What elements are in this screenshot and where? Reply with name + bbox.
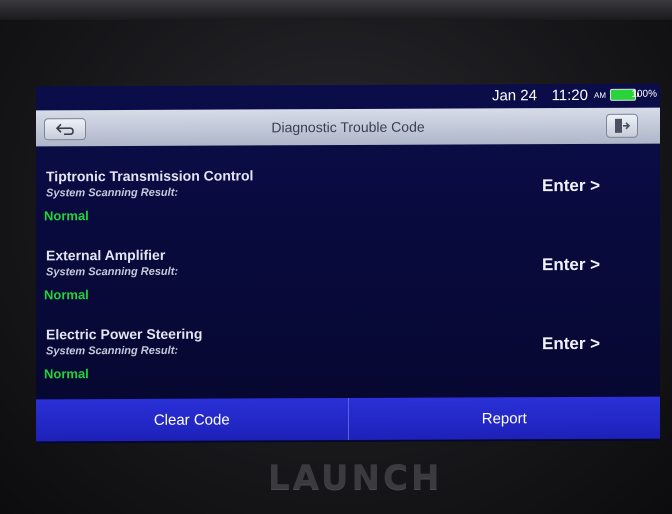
system-scan-result: Normal — [44, 287, 89, 303]
device-screen: Jan 24 11:20 AM 100% Diagnostic Trouble … — [36, 83, 660, 444]
enter-button[interactable]: Enter > — [542, 176, 600, 196]
system-scan-caption: System Scanning Result: — [46, 344, 179, 358]
bottom-action-bar: Clear Code Report — [36, 396, 660, 442]
status-ampm: AM — [594, 90, 606, 100]
system-scan-result: Normal — [44, 208, 89, 224]
system-name: Tiptronic Transmission Control — [46, 167, 254, 185]
device-bezel — [0, 0, 672, 20]
system-name: Electric Power Steering — [46, 325, 203, 343]
status-bar: Jan 24 11:20 AM 100% — [36, 84, 660, 109]
system-name: External Amplifier — [46, 246, 166, 264]
system-list: Tiptronic Transmission Control System Sc… — [36, 166, 660, 406]
system-item[interactable]: Electric Power Steering System Scanning … — [36, 324, 660, 406]
battery-percent: 100% — [631, 88, 657, 100]
title-bar: Diagnostic Trouble Code — [36, 107, 660, 147]
system-item[interactable]: Tiptronic Transmission Control System Sc… — [36, 166, 660, 248]
status-date: Jan 24 — [491, 87, 537, 105]
system-scan-caption: System Scanning Result: — [46, 186, 179, 200]
clear-code-button[interactable]: Clear Code — [36, 398, 348, 442]
page-title: Diagnostic Trouble Code — [271, 118, 425, 136]
status-time: 11:20 — [551, 86, 588, 105]
exit-door-icon — [615, 118, 631, 133]
enter-button[interactable]: Enter > — [542, 255, 600, 275]
system-item[interactable]: External Amplifier System Scanning Resul… — [36, 245, 660, 327]
report-button[interactable]: Report — [347, 396, 660, 441]
exit-button[interactable] — [606, 113, 638, 138]
system-scan-caption: System Scanning Result: — [46, 265, 179, 279]
system-scan-result: Normal — [44, 366, 89, 382]
brand-logo: LAUNCH — [268, 458, 443, 498]
enter-button[interactable]: Enter > — [542, 334, 600, 354]
